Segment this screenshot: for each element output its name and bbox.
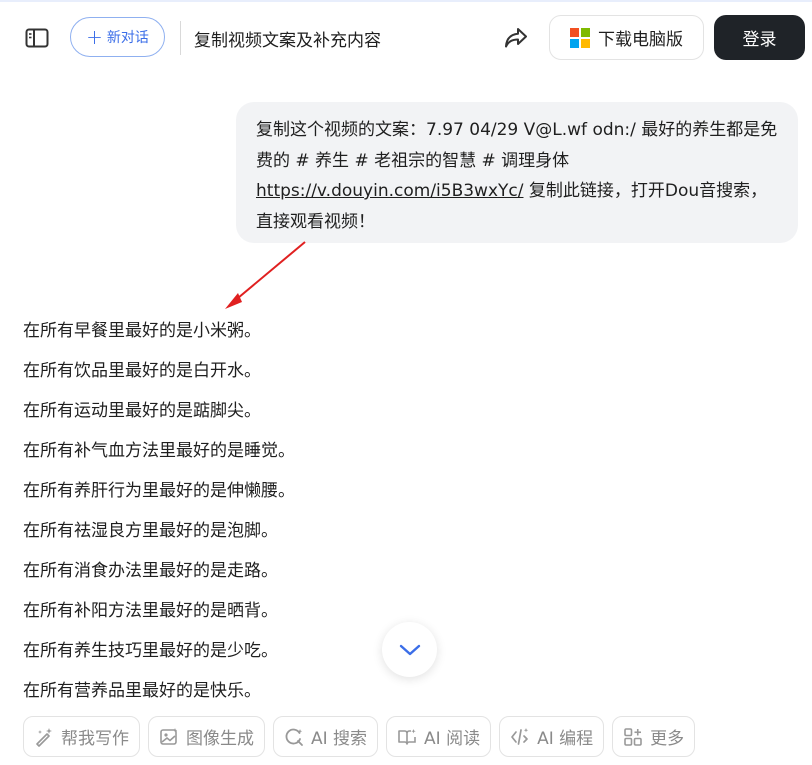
skill-toolbar: 帮我写作 图像生成 AI 搜索 AI 阅读 AI 编程 更多 [23,716,696,757]
sidebar-toggle-button[interactable] [22,24,52,52]
douyin-link[interactable]: https://v.douyin.com/i5B3wxYc/ [256,181,523,201]
write-assist-button[interactable]: 帮我写作 [23,716,140,757]
more-tools-button[interactable]: 更多 [612,716,696,757]
ai-coding-button[interactable]: AI 编程 [499,716,605,757]
search-refresh-icon [285,728,303,746]
red-arrow-annotation [225,241,306,309]
toolbar-item-label: AI 阅读 [424,729,481,749]
conversation-title: 复制视频文案及补充内容 [194,31,381,51]
toolbar-item-label: AI 编程 [537,729,594,749]
share-icon [505,28,527,48]
answer-line: 在所有补阳方法里最好的是晒背。 [23,601,278,621]
image-icon [160,727,178,745]
pen-sparkle-icon [36,727,52,747]
answer-line: 在所有养肝行为里最好的是伸懒腰。 [23,481,295,501]
toolbar-item-label: AI 搜索 [311,729,368,749]
new-chat-label: 新对话 [106,30,149,46]
chevron-down-icon [399,644,420,655]
grid-icon [624,727,642,746]
windows-logo-icon [570,27,590,48]
image-generation-button[interactable]: 图像生成 [148,716,265,757]
book-icon [398,728,416,745]
answer-line: 在所有消食办法里最好的是走路。 [23,561,278,581]
download-desktop-button[interactable]: 下载电脑版 [549,15,704,60]
assistant-answer: 在所有早餐里最好的是小米粥。 在所有饮品里最好的是白开水。 在所有运动里最好的是… [23,311,523,711]
toolbar-item-label: 更多 [650,729,685,749]
answer-line: 在所有早餐里最好的是小米粥。 [23,321,261,341]
user-message-text: 复制这个视频的文案：7.97 04/29 V@L.wf odn:/ 最好的养生都… [256,120,778,171]
sidebar-icon [25,28,49,48]
toolbar-item-label: 图像生成 [186,729,254,749]
download-label: 下载电脑版 [598,30,683,50]
user-message-bubble: 复制这个视频的文案：7.97 04/29 V@L.wf odn:/ 最好的养生都… [236,102,798,243]
scroll-to-bottom-button[interactable] [382,622,437,677]
header-divider [180,21,181,55]
answer-line: 在所有运动里最好的是踮脚尖。 [23,401,261,421]
toolbar-item-label: 帮我写作 [61,729,129,749]
login-button[interactable]: 登录 [714,15,805,60]
ai-reading-button[interactable]: AI 阅读 [386,716,492,757]
login-label: 登录 [742,30,777,50]
answer-line: 在所有养生技巧里最好的是少吃。 [23,641,278,661]
answer-line: 在所有补气血方法里最好的是睡觉。 [23,441,295,461]
share-button[interactable] [500,22,532,54]
code-icon [511,727,529,745]
plus-icon: + [86,25,103,49]
answer-line: 在所有营养品里最好的是快乐。 [23,681,261,701]
answer-line: 在所有饮品里最好的是白开水。 [23,361,261,381]
answer-line: 在所有祛湿良方里最好的是泡脚。 [23,521,278,541]
ai-search-button[interactable]: AI 搜索 [273,716,379,757]
new-chat-button[interactable]: + 新对话 [70,17,165,57]
header: + 新对话 复制视频文案及补充内容 下载电脑版 登录 [0,0,812,76]
